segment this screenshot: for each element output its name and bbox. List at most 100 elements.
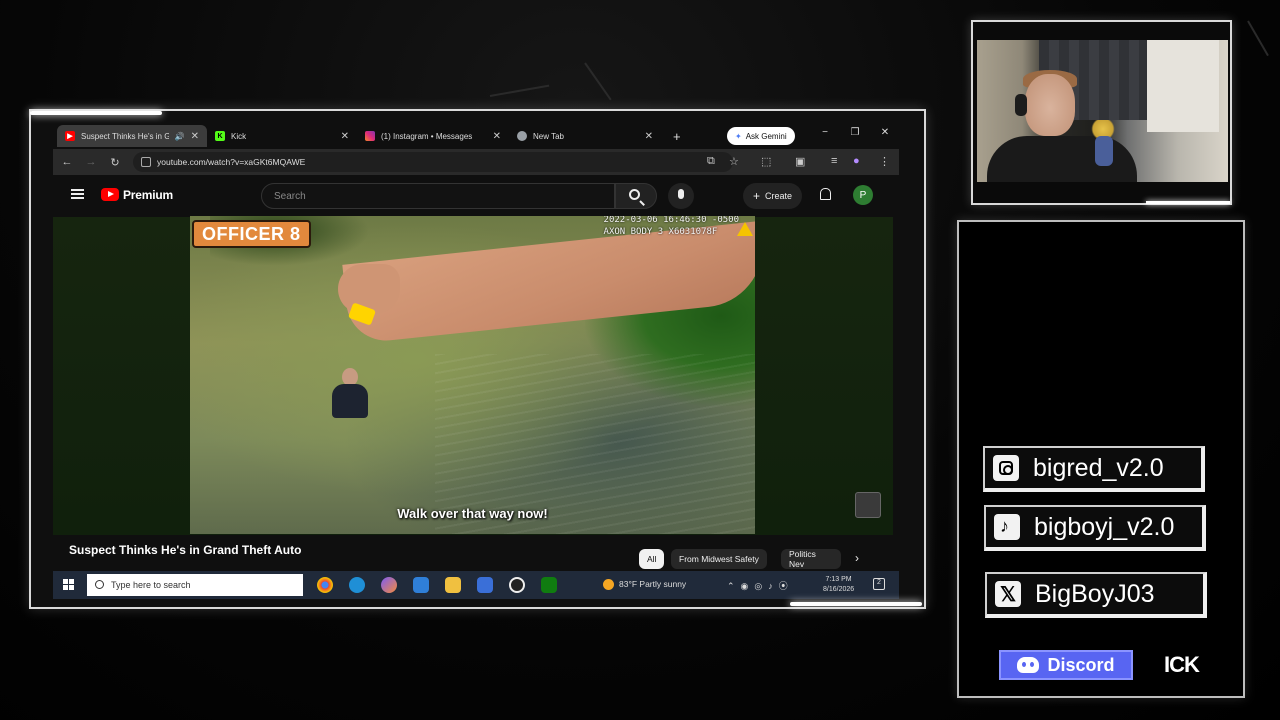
background-line bbox=[584, 62, 612, 101]
window-light bbox=[1147, 40, 1219, 132]
close-icon[interactable]: ✕ bbox=[645, 131, 653, 142]
background-line bbox=[1247, 20, 1269, 57]
tab-label: Kick bbox=[231, 131, 247, 141]
social-tiktok: ♪ bigboyj_v2.0 bbox=[984, 505, 1206, 551]
side-panel-icon[interactable]: ▣ bbox=[795, 155, 805, 168]
reload-icon[interactable]: ↻ bbox=[103, 156, 127, 169]
mail-taskbar-icon[interactable] bbox=[413, 577, 429, 593]
tiktok-handle: bigboyj_v2.0 bbox=[1034, 512, 1175, 541]
tab-label: New Tab bbox=[533, 131, 564, 141]
instagram-handle: bigred_v2.0 bbox=[1033, 453, 1164, 482]
video-subtitle: Walk over that way now! bbox=[397, 506, 548, 521]
search-icon bbox=[629, 189, 640, 200]
officer-hand bbox=[338, 264, 400, 314]
tab-instagram[interactable]: (1) Instagram • Messages ✕ bbox=[357, 125, 509, 147]
tab-label: Suspect Thinks He's in Gr bbox=[81, 131, 169, 141]
back-icon[interactable]: ← bbox=[55, 156, 79, 168]
frame-glow-accent bbox=[30, 111, 162, 115]
video-player[interactable]: OFFICER 8 2022-03-06 16:46:30 -0500 AXON… bbox=[190, 216, 755, 534]
taskbar-clock[interactable]: 7:13 PM 8/16/2026 bbox=[823, 575, 854, 595]
speaker-icon[interactable]: 🔊 bbox=[175, 132, 185, 141]
tab-bar: ▶ Suspect Thinks He's in Gr 🔊 ✕ K Kick ✕… bbox=[39, 125, 899, 147]
notification-center-icon[interactable]: 2 bbox=[873, 578, 885, 590]
windows-start-icon[interactable] bbox=[63, 579, 74, 590]
file-explorer-taskbar-icon[interactable] bbox=[445, 577, 461, 593]
officer-badge: OFFICER 8 bbox=[192, 220, 311, 248]
bodycam-id-line: AXON BODY 3 X6031078F bbox=[603, 227, 718, 237]
plus-icon: + bbox=[753, 189, 761, 203]
frame-glow-accent bbox=[790, 602, 922, 606]
tiktok-icon: ♪ bbox=[994, 514, 1020, 540]
chrome-taskbar-icon[interactable] bbox=[317, 577, 333, 593]
close-window-button[interactable]: ✕ bbox=[877, 127, 893, 138]
close-icon[interactable]: ✕ bbox=[493, 131, 501, 142]
chip-politics[interactable]: Politics Nev bbox=[781, 549, 841, 569]
edge-taskbar-icon[interactable] bbox=[349, 577, 365, 593]
streamer-face bbox=[1025, 74, 1075, 136]
tab-youtube[interactable]: ▶ Suspect Thinks He's in Gr 🔊 ✕ bbox=[57, 125, 207, 147]
x-icon: 𝕏 bbox=[995, 581, 1021, 607]
youtube-logo-icon[interactable] bbox=[101, 188, 119, 201]
webcam-frame bbox=[971, 20, 1232, 205]
microphone-icon[interactable] bbox=[668, 183, 694, 209]
install-app-icon[interactable]: ⧉ bbox=[707, 155, 715, 168]
headset-icon bbox=[1015, 94, 1027, 116]
chip-from-channel[interactable]: From Midwest Safety bbox=[671, 549, 767, 569]
kick-logo: ICK bbox=[1164, 652, 1200, 677]
youtube-header: Premium Search + Create P bbox=[53, 175, 899, 217]
system-tray-icons[interactable]: ⌃◉◎♪⦿ bbox=[727, 579, 794, 592]
youtube-search-input[interactable]: Search bbox=[261, 183, 615, 209]
store-taskbar-icon[interactable] bbox=[477, 577, 493, 593]
create-button[interactable]: + Create bbox=[743, 183, 803, 209]
discord-badge: Discord bbox=[999, 650, 1133, 680]
search-button[interactable] bbox=[615, 183, 657, 209]
taskbar-search-input[interactable]: Type here to search bbox=[87, 574, 303, 596]
x-handle: BigBoyJ03 bbox=[1035, 579, 1155, 608]
obs-taskbar-icon[interactable] bbox=[509, 577, 525, 593]
weather-text[interactable]: 83°F Partly sunny bbox=[619, 579, 686, 589]
suspect-in-water bbox=[328, 368, 372, 418]
channel-watermark-icon[interactable] bbox=[855, 492, 881, 518]
background-line bbox=[489, 84, 550, 97]
tab-kick[interactable]: K Kick ✕ bbox=[207, 125, 357, 147]
ask-gemini-button[interactable]: ✦ Ask Gemini bbox=[727, 127, 795, 145]
chrome-icon bbox=[517, 131, 527, 141]
hamburger-menu-icon[interactable] bbox=[71, 189, 84, 199]
kick-icon: K bbox=[215, 131, 225, 141]
url-text: youtube.com/watch?v=xaGKt6MQAWE bbox=[157, 157, 306, 167]
xbox-taskbar-icon[interactable] bbox=[541, 577, 557, 593]
bookmark-star-icon[interactable]: ☆ bbox=[729, 155, 739, 168]
close-icon[interactable]: ✕ bbox=[191, 131, 199, 142]
chip-all[interactable]: All bbox=[639, 549, 665, 569]
browser-menu-icon[interactable]: ⋮ bbox=[879, 155, 890, 168]
social-x: 𝕏 BigBoyJ03 bbox=[985, 572, 1207, 618]
weather-icon bbox=[603, 579, 614, 590]
video-title: Suspect Thinks He's in Grand Theft Auto bbox=[69, 543, 302, 557]
forward-icon[interactable]: → bbox=[79, 156, 103, 168]
tab-new-tab[interactable]: New Tab ✕ bbox=[509, 125, 661, 147]
vase bbox=[1095, 136, 1113, 166]
notifications-bell-icon[interactable] bbox=[819, 187, 831, 201]
gemini-label: Ask Gemini bbox=[745, 131, 787, 141]
windows-taskbar: Type here to search 83°F Partly sunny ⌃◉… bbox=[53, 571, 899, 599]
close-icon[interactable]: ✕ bbox=[341, 131, 349, 142]
bodycam-timestamp: 2022-03-06 16:46:30 -0500 AXON BODY 3 X6… bbox=[604, 216, 739, 238]
new-tab-button[interactable]: + bbox=[673, 129, 681, 144]
url-input[interactable]: youtube.com/watch?v=xaGKt6MQAWE bbox=[133, 152, 733, 172]
restore-button[interactable]: ❐ bbox=[847, 127, 863, 138]
chevron-right-icon[interactable]: › bbox=[855, 551, 859, 565]
social-instagram: bigred_v2.0 bbox=[983, 446, 1205, 492]
youtube-premium-brand[interactable]: Premium bbox=[123, 188, 173, 202]
taskbar-search-placeholder: Type here to search bbox=[111, 580, 191, 590]
copilot-taskbar-icon[interactable] bbox=[381, 577, 397, 593]
account-avatar[interactable]: P bbox=[853, 185, 873, 205]
minimize-button[interactable]: − bbox=[817, 127, 833, 138]
profile-icon[interactable]: ● bbox=[853, 155, 860, 167]
webcam-feed bbox=[977, 40, 1228, 182]
clock-time: 7:13 PM bbox=[825, 576, 852, 583]
extensions-icon[interactable]: ⬚ bbox=[761, 155, 771, 168]
webcam-glow-accent bbox=[1146, 201, 1230, 204]
site-info-icon[interactable] bbox=[141, 157, 151, 167]
browser-window: ▶ Suspect Thinks He's in Gr 🔊 ✕ K Kick ✕… bbox=[29, 109, 926, 609]
reading-list-icon[interactable]: ≡ bbox=[831, 155, 837, 167]
